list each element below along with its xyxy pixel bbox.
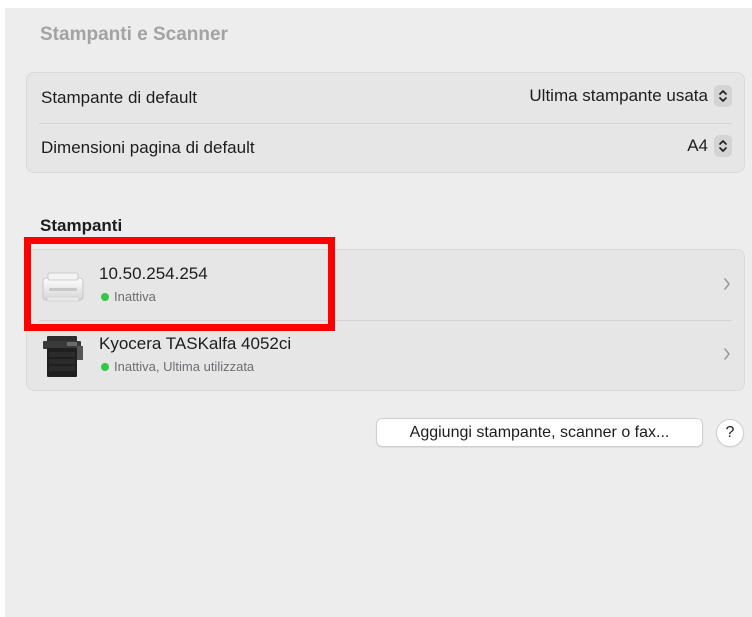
- printers-section-title: Stampanti: [40, 216, 123, 235]
- default-printer-row[interactable]: Stampante di default Ultima stampante us…: [27, 73, 744, 123]
- default-printer-value: Ultima stampante usata: [529, 86, 708, 105]
- status-dot-icon: [101, 292, 109, 301]
- default-paper-size-row[interactable]: Dimensioni pagina di default A4: [27, 123, 744, 173]
- page-title: Stampanti e Scanner: [40, 24, 228, 45]
- printer-status: Inattiva, Ultima utilizzata: [101, 359, 254, 374]
- printer-row[interactable]: Kyocera TASKalfa 4052ci Inattiva, Ultima…: [27, 320, 744, 390]
- printer-name: Kyocera TASKalfa 4052ci: [99, 334, 292, 353]
- chevron-right-icon[interactable]: [722, 346, 732, 362]
- default-paper-size-value: A4: [687, 136, 708, 155]
- printer-name: 10.50.254.254: [99, 264, 208, 283]
- printers-list: 10.50.254.254 Inattiva Kyocera TASKalfa …: [26, 249, 745, 391]
- chevron-right-icon[interactable]: [722, 276, 732, 292]
- settings-pane: Stampanti e Scanner Stampante di default…: [5, 8, 752, 617]
- status-dot-icon: [101, 362, 109, 371]
- printer-row[interactable]: 10.50.254.254 Inattiva: [27, 250, 744, 320]
- default-paper-size-popup[interactable]: A4: [687, 135, 732, 157]
- printer-status: Inattiva: [101, 289, 156, 304]
- help-button[interactable]: ?: [716, 419, 744, 447]
- multifunction-printer-icon: [43, 336, 83, 377]
- add-printer-button[interactable]: Aggiungi stampante, scanner o fax...: [376, 418, 703, 447]
- default-paper-size-label: Dimensioni pagina di default: [41, 138, 255, 157]
- default-printer-label: Stampante di default: [41, 88, 197, 107]
- default-printer-popup[interactable]: Ultima stampante usata: [529, 85, 732, 107]
- up-down-chevron-icon[interactable]: [714, 85, 732, 107]
- printer-status-text: Inattiva: [114, 289, 156, 304]
- printer-status-text: Inattiva, Ultima utilizzata: [114, 359, 255, 374]
- desktop-printer-icon: [42, 272, 84, 302]
- defaults-card: Stampante di default Ultima stampante us…: [26, 72, 745, 173]
- up-down-chevron-icon[interactable]: [714, 135, 732, 157]
